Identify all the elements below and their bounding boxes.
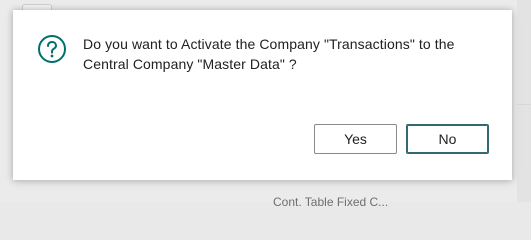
no-button[interactable]: No bbox=[406, 124, 489, 154]
background-footer-text: Cont. Table Fixed C... bbox=[273, 195, 389, 209]
yes-button[interactable]: Yes bbox=[314, 124, 397, 154]
confirm-dialog: Do you want to Activate the Company "Tra… bbox=[13, 10, 512, 180]
background-divider bbox=[517, 104, 531, 105]
question-icon bbox=[37, 34, 67, 64]
background-right-panel bbox=[517, 0, 531, 202]
dialog-message: Do you want to Activate the Company "Tra… bbox=[83, 36, 455, 72]
